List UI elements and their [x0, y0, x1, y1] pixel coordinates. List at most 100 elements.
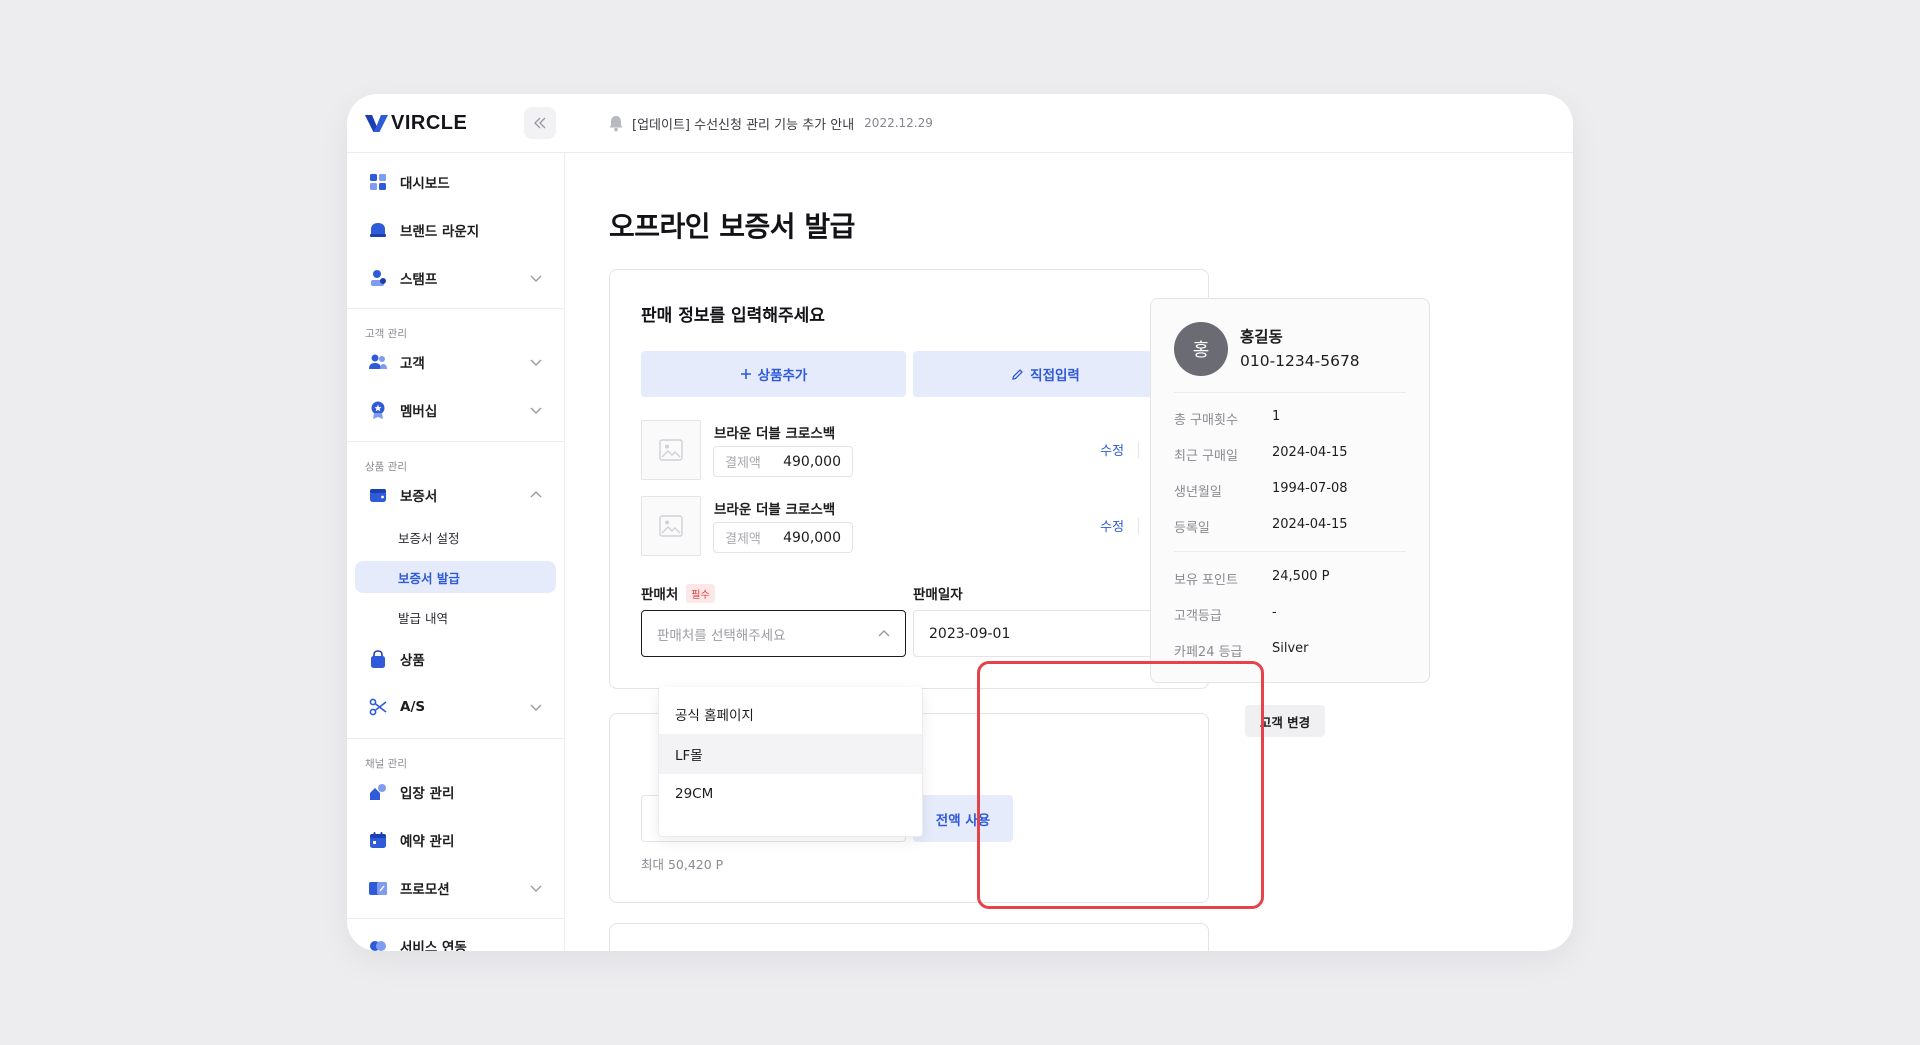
update-notice[interactable]: [업데이트] 수선신청 관리 기능 추가 안내 2022.12.29: [608, 112, 933, 134]
customer-divider: [1174, 551, 1406, 552]
vircle-logo-icon: [365, 114, 388, 132]
sidebar-subitem-warranty-settings[interactable]: 보증서 설정: [355, 521, 556, 553]
sidebar-divider: [347, 918, 564, 919]
notice-date: 2022.12.29: [864, 116, 933, 130]
info-value: 1: [1272, 409, 1281, 424]
stamp-icon: [368, 268, 388, 288]
sale-info-card: 판매 정보를 입력해주세요 상품추가 직접입력 브라운 더블 크로스백 결제액 …: [609, 269, 1209, 689]
info-value: 2024-04-15: [1272, 445, 1348, 460]
product-row: 브라운 더블 크로스백 결제액 490,000 수정 삭제: [641, 496, 1177, 556]
info-label: 최근 구매일: [1174, 449, 1238, 464]
collapse-sidebar-button[interactable]: [524, 107, 556, 139]
add-product-button[interactable]: 상품추가: [641, 351, 906, 397]
sidebar-item-label: 고객: [400, 356, 425, 372]
next-section-card: [609, 923, 1209, 951]
bell-icon: [609, 115, 623, 131]
sale-info-title: 판매 정보를 입력해주세요: [641, 306, 825, 326]
chevron-down-icon: [530, 407, 542, 414]
sidebar-item-label: 보증서: [400, 489, 438, 505]
info-row-birthdate: 생년월일 1994-07-08: [1174, 481, 1406, 500]
customer-divider: [1174, 392, 1406, 393]
seller-dropdown-menu: 공식 홈페이지 LF몰 29CM: [658, 687, 923, 837]
info-row-points: 보유 포인트 24,500 P: [1174, 569, 1406, 588]
customer-info-card: 홍 홍길동 010-1234-5678 총 구매횟수 1 최근 구매일 2024…: [1150, 298, 1430, 683]
chevron-up-icon: [878, 630, 890, 637]
seller-label: 판매처 필수: [641, 583, 715, 603]
sidebar-item-label: A/S: [400, 699, 426, 715]
sidebar-item-label: 스탬프: [400, 272, 438, 288]
required-badge: 필수: [686, 583, 715, 603]
manual-input-button[interactable]: 직접입력: [913, 351, 1178, 397]
info-label: 총 구매횟수: [1174, 413, 1238, 428]
sidebar-item-label: 입장 관리: [400, 786, 455, 802]
customer-name: 홍길동: [1240, 328, 1283, 346]
sidebar-divider: [347, 441, 564, 442]
seller-select[interactable]: 판매처를 선택해주세요: [641, 610, 906, 657]
sidebar-item-as[interactable]: A/S: [355, 690, 556, 724]
chevron-up-icon: [530, 491, 542, 498]
price-label: 결제액: [725, 456, 761, 471]
seller-label-text: 판매처: [641, 587, 679, 603]
sidebar-item-brand-lounge[interactable]: 브랜드 라운지: [355, 213, 556, 247]
dashboard-icon: [368, 172, 388, 192]
sidebar-subitem-issue-history[interactable]: 발급 내역: [355, 601, 556, 633]
action-separator: [1138, 441, 1140, 458]
membership-icon: [368, 400, 388, 420]
dropdown-option[interactable]: 29CM: [659, 774, 922, 814]
product-thumbnail: [641, 420, 701, 480]
customer-phone: 010-1234-5678: [1240, 352, 1360, 370]
sidebar-item-product[interactable]: 상품: [355, 642, 556, 676]
info-value: 2024-04-15: [1272, 517, 1348, 532]
sidebar-subitem-warranty-issue[interactable]: 보증서 발급: [355, 561, 556, 593]
product-thumbnail: [641, 496, 701, 556]
sidebar-item-membership[interactable]: 멤버십: [355, 393, 556, 427]
action-separator: [1138, 517, 1140, 534]
avatar: 홍: [1174, 322, 1228, 376]
sidebar-item-label: 예약 관리: [400, 834, 455, 850]
sidebar-item-warranty[interactable]: 보증서: [355, 478, 556, 512]
sidebar: 대시보드 브랜드 라운지 스탬프 고객 관리 고객 멤버십 상품 관리 보증서 …: [347, 153, 565, 951]
add-product-label: 상품추가: [757, 368, 808, 384]
dropdown-option[interactable]: LF몰: [659, 734, 922, 774]
sidebar-divider: [347, 308, 564, 309]
app-window: VIRCLE [업데이트] 수선신청 관리 기능 추가 안내 2022.12.2…: [347, 94, 1573, 951]
sidebar-item-reservation[interactable]: 예약 관리: [355, 823, 556, 857]
info-value: -: [1272, 605, 1277, 620]
promotion-icon: [368, 878, 388, 898]
sidebar-item-entry[interactable]: 입장 관리: [355, 775, 556, 809]
price-field[interactable]: 결제액 490,000: [713, 522, 853, 553]
sidebar-item-label: 상품: [400, 653, 425, 669]
info-value: 24,500 P: [1272, 569, 1330, 584]
wallet-icon: [368, 485, 388, 505]
chevron-down-icon: [530, 359, 542, 366]
section-label-channel: 채널 관리: [365, 758, 407, 770]
brand-name: VIRCLE: [391, 111, 468, 134]
sidebar-item-label: 멤버십: [400, 404, 438, 420]
change-customer-button[interactable]: 고객 변경: [1245, 705, 1325, 737]
sidebar-item-service-link[interactable]: 서비스 연동: [355, 929, 556, 951]
product-name: 브라운 더블 크로스백: [714, 426, 836, 442]
entry-icon: [368, 782, 388, 802]
dropdown-option[interactable]: 공식 홈페이지: [659, 694, 922, 734]
sale-date-input[interactable]: 2023-09-01: [913, 610, 1178, 657]
sale-date-label: 판매일자: [913, 587, 963, 603]
section-label-product: 상품 관리: [365, 461, 407, 473]
info-row-last-purchase: 최근 구매일 2024-04-15: [1174, 445, 1406, 464]
sidebar-item-promotion[interactable]: 프로모션: [355, 871, 556, 905]
price-field[interactable]: 결제액 490,000: [713, 446, 853, 477]
plus-icon: [740, 368, 752, 380]
seller-select-placeholder: 판매처를 선택해주세요: [657, 627, 786, 644]
brand-logo[interactable]: VIRCLE: [365, 111, 467, 135]
info-value: Silver: [1272, 641, 1309, 656]
notice-text: [업데이트] 수선신청 관리 기능 추가 안내: [632, 117, 855, 133]
sidebar-item-stamp[interactable]: 스탬프: [355, 261, 556, 295]
sidebar-item-label: 서비스 연동: [400, 940, 467, 951]
info-row-grade: 고객등급 -: [1174, 605, 1406, 624]
chevron-down-icon: [530, 885, 542, 892]
sidebar-item-customer[interactable]: 고객: [355, 345, 556, 379]
sidebar-item-dashboard[interactable]: 대시보드: [355, 165, 556, 199]
edit-product-link[interactable]: 수정: [1100, 440, 1124, 459]
use-all-points-button[interactable]: 전액 사용: [913, 795, 1013, 842]
edit-product-link[interactable]: 수정: [1100, 516, 1124, 535]
manual-input-label: 직접입력: [1030, 368, 1080, 384]
